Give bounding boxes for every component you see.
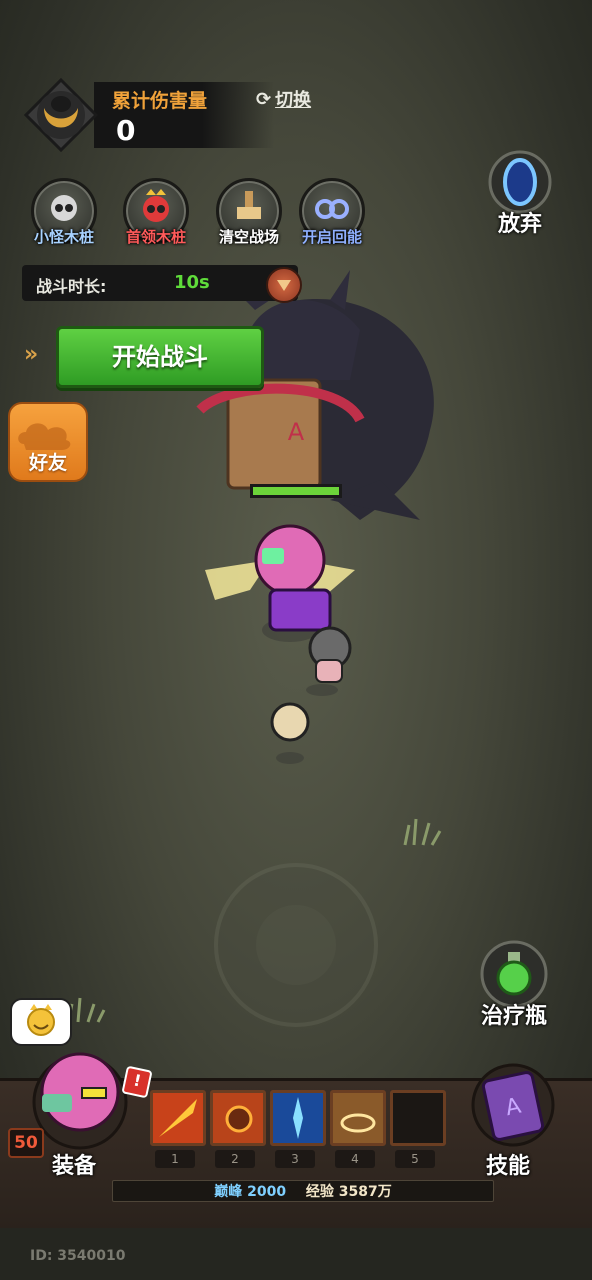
skills-label[interactable]: 技能 (486, 1148, 530, 1180)
slot-number: 5 (395, 1150, 435, 1168)
whirlwind-icon (333, 1093, 383, 1143)
fire-slash-icon (153, 1093, 203, 1143)
skill-slot-5[interactable] (390, 1090, 446, 1146)
slot-number: 3 (275, 1150, 315, 1168)
refresh-icon: ⟳ (256, 88, 272, 110)
damage-label: 累计伤害量 (112, 90, 208, 112)
healing-potion-button[interactable]: 治疗瓶 (468, 940, 560, 1035)
pet-companion-2 (270, 702, 310, 764)
enable-regen-button[interactable]: 开启回能 (292, 178, 372, 250)
slot-number: 2 (215, 1150, 255, 1168)
friends-label: 好友 (28, 452, 67, 474)
friends-button[interactable]: 好友 (8, 402, 88, 482)
duration-label: 战斗时长: (36, 277, 107, 296)
enable-regen-label: 开启回能 (301, 228, 362, 246)
skill-slot-3[interactable] (270, 1090, 326, 1146)
slot-number: 4 (335, 1150, 375, 1168)
equipment-label[interactable]: 装备 (52, 1148, 96, 1180)
emote-button[interactable] (10, 998, 72, 1046)
start-battle-button[interactable]: 开始战斗 (56, 326, 264, 388)
clear-field-label: 清空战场 (218, 228, 279, 246)
battle-duration-bar: 战斗时长: 10s (22, 265, 302, 303)
experience-value: 经验 3587万 (305, 1184, 392, 1200)
switch-button[interactable]: ⟳ 切换 (256, 86, 311, 112)
give-up-label: 放弃 (497, 212, 542, 237)
player-level-badge: 50 (8, 1128, 44, 1158)
skill-slot-1[interactable] (150, 1090, 206, 1146)
damage-panel: 累计伤害量 0 ⟳ 切换 (24, 78, 324, 152)
experience-bar: 巅峰 2000 经验 3587万 (112, 1180, 494, 1202)
boss-dummy-button[interactable]: 首领木桩 (116, 178, 196, 250)
skill-slot-4[interactable] (330, 1090, 386, 1146)
pet-companion (306, 626, 352, 696)
cat-emoji-icon (27, 1004, 55, 1036)
duration-value: 10s (174, 272, 210, 293)
damage-value: 0 (116, 114, 136, 147)
svg-text:A: A (288, 418, 305, 446)
purple-spellbook-icon[interactable]: A (468, 1060, 558, 1150)
arrow-right-icon: » (24, 342, 39, 367)
mob-dummy-button[interactable]: 小怪木桩 (24, 178, 104, 250)
skill-slot-2[interactable] (210, 1090, 266, 1146)
hero-character (205, 524, 355, 642)
virtual-joystick (214, 863, 378, 1027)
mob-dummy-label: 小怪木桩 (33, 228, 94, 246)
switch-label: 切换 (275, 90, 312, 111)
cannon-icon (213, 1093, 263, 1143)
give-up-button[interactable]: 放弃 (482, 150, 558, 240)
potion-label: 治疗瓶 (480, 1004, 547, 1029)
clear-field-button[interactable]: 清空战场 (209, 178, 289, 250)
peak-level: 巅峰 2000 (214, 1184, 287, 1200)
boss-dummy-label: 首领木桩 (125, 228, 186, 246)
horned-helmet-icon (24, 78, 98, 152)
slot-number: 1 (155, 1150, 195, 1168)
triangle-down-icon (277, 280, 291, 291)
user-id: ID: 3540010 (30, 1248, 126, 1264)
duration-dropdown-button[interactable] (266, 267, 302, 303)
ice-burst-icon (273, 1093, 323, 1143)
